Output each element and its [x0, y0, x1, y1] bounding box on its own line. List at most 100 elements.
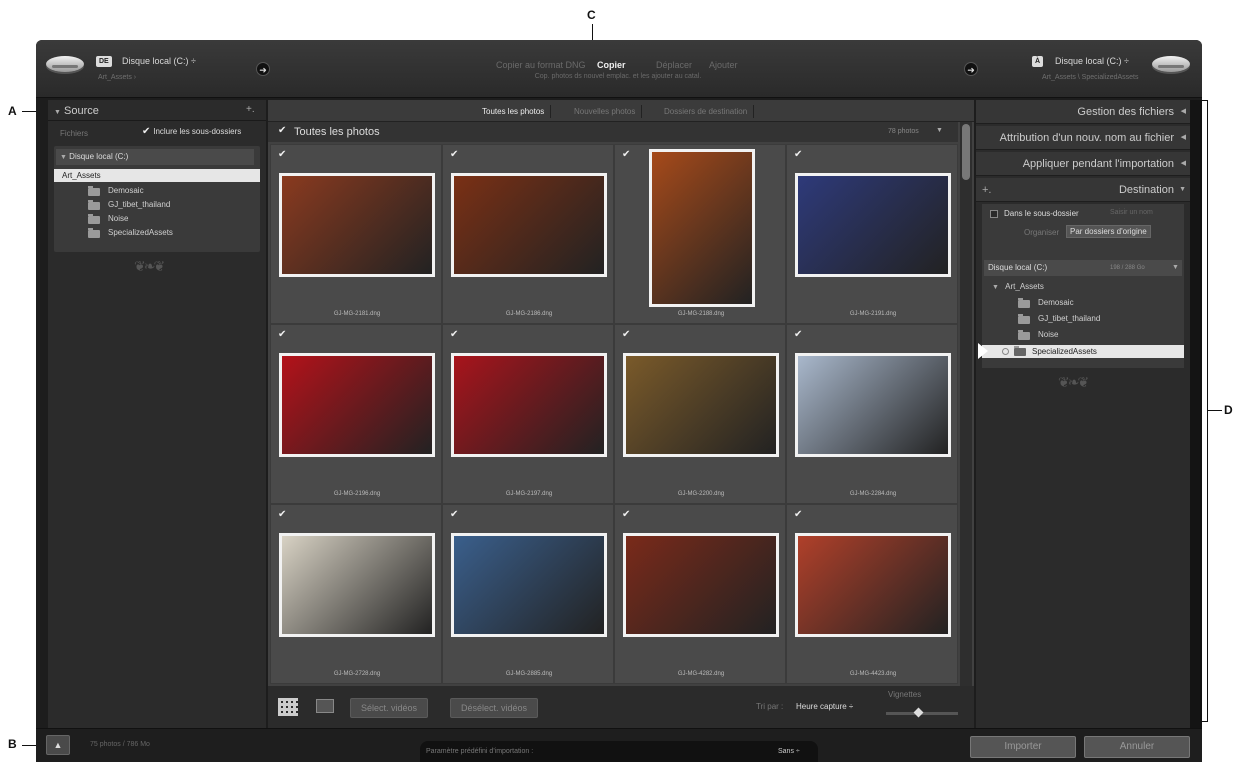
photo-thumbnail[interactable]: [623, 353, 779, 457]
thumbnail-checkbox-icon[interactable]: ✔: [794, 149, 802, 160]
apply-section-header[interactable]: Appliquer pendant l'importation ◀: [976, 152, 1190, 176]
organize-label: Organiser: [1024, 228, 1060, 237]
thumbnail-filename: GJ-MG-2284.dng: [849, 491, 897, 497]
thumbnail-cell[interactable]: ✔ GJ-MG-4423.dng: [786, 504, 958, 684]
photo-thumbnail[interactable]: [795, 353, 951, 457]
source-root-folder-row[interactable]: Art_Assets: [54, 169, 260, 182]
thumbnail-filename: GJ-MG-2191.dng: [849, 311, 897, 317]
rename-section-header[interactable]: Attribution d'un nouv. nom au fichier ◀: [976, 126, 1190, 150]
import-preset-bar[interactable]: Paramètre prédéfini d'importation : Sans…: [420, 741, 818, 762]
thumbnail-cell[interactable]: ✔ GJ-MG-2196.dng: [270, 324, 442, 504]
source-badge: DE: [96, 56, 112, 67]
include-subfolders-label: Inclure les sous-dossiers: [153, 127, 242, 136]
photo-thumbnail[interactable]: [279, 173, 435, 277]
thumbnail-cell[interactable]: ✔ GJ-MG-2186.dng: [442, 144, 614, 324]
grid-toolbar: Sélect. vidéos Désélect. vidéos Tri par …: [268, 686, 974, 728]
source-folder-row[interactable]: GJ_tibet_thailand: [88, 198, 170, 212]
import-button[interactable]: Importer: [970, 736, 1076, 758]
dest-drive-row[interactable]: Disque local (C:) 198 / 288 Go ▼: [984, 260, 1182, 276]
thumbnail-cell[interactable]: ✔ GJ-MG-2197.dng: [442, 324, 614, 504]
thumbnail-cell[interactable]: ✔ GJ-MG-2188.dng: [614, 144, 786, 324]
mode-move[interactable]: Déplacer: [656, 60, 692, 70]
thumbnail-checkbox-icon[interactable]: ✔: [622, 149, 630, 160]
source-folder-row[interactable]: Noise: [88, 212, 128, 226]
thumbnail-cell[interactable]: ✔ GJ-MG-2284.dng: [786, 324, 958, 504]
folder-icon: [88, 200, 100, 210]
check-all-icon[interactable]: ✔: [278, 126, 287, 136]
file-handling-section-header[interactable]: Gestion des fichiers ◀: [976, 100, 1190, 124]
thumbnail-checkbox-icon[interactable]: ✔: [450, 509, 458, 520]
callout-d: D: [1224, 403, 1233, 417]
destination-section-header[interactable]: +. Destination ▼: [976, 178, 1190, 202]
organize-select[interactable]: Par dossiers d'origine: [1066, 225, 1151, 238]
tab-all-photos[interactable]: Toutes les photos: [476, 105, 552, 118]
sort-select[interactable]: Heure capture ÷: [796, 702, 853, 711]
thumbnail-cell[interactable]: ✔ GJ-MG-2728.dng: [270, 504, 442, 684]
thumbnail-checkbox-icon[interactable]: ✔: [450, 329, 458, 340]
photo-thumbnail[interactable]: [623, 533, 779, 637]
thumbnail-checkbox-icon[interactable]: ✔: [278, 149, 286, 160]
files-label: Fichiers: [60, 129, 89, 138]
scrollbar-thumb[interactable]: [962, 124, 970, 180]
cancel-button[interactable]: Annuler: [1084, 736, 1190, 758]
thumbnail-cell[interactable]: ✔ GJ-MG-2200.dng: [614, 324, 786, 504]
mode-add[interactable]: Ajouter: [709, 60, 738, 70]
loupe-view-icon[interactable]: [316, 699, 334, 713]
destination-body: Dans le sous-dossier Saisir un nom Organ…: [978, 204, 1184, 368]
photo-thumbnail[interactable]: [279, 353, 435, 457]
grid-count-dropdown-icon[interactable]: ▼: [936, 127, 943, 134]
source-panel-header[interactable]: ▼ Source: [54, 105, 99, 117]
photo-thumbnail[interactable]: [279, 533, 435, 637]
slider-knob[interactable]: [913, 707, 924, 718]
thumbnail-checkbox-icon[interactable]: ✔: [278, 329, 286, 340]
photo-thumbnail[interactable]: [795, 173, 951, 277]
dest-folder-row[interactable]: GJ_tibet_thailand: [1018, 312, 1100, 326]
grid-view-icon[interactable]: [278, 698, 298, 716]
dest-root-folder-row[interactable]: ▼ Art_Assets: [992, 280, 1044, 294]
source-folder-row[interactable]: Demosaic: [88, 184, 144, 198]
add-source-button[interactable]: +.: [246, 104, 255, 115]
dest-folder-row[interactable]: Demosaic: [1018, 296, 1074, 310]
thumbnail-checkbox-icon[interactable]: ✔: [450, 149, 458, 160]
add-destination-button[interactable]: +.: [982, 178, 991, 202]
grid-filter-tabs: Toutes les photos Nouvelles photos Dossi…: [268, 100, 974, 122]
thumbnail-cell[interactable]: ✔ GJ-MG-2191.dng: [786, 144, 958, 324]
select-videos-button[interactable]: Sélect. vidéos: [350, 698, 429, 718]
tab-destination-folders[interactable]: Dossiers de destination: [658, 105, 755, 118]
thumbnail-filename: GJ-MG-4423.dng: [849, 671, 897, 677]
thumbnail-cell[interactable]: ✔ GJ-MG-2181.dng: [270, 144, 442, 324]
mode-copy-dng[interactable]: Copier au format DNG: [496, 60, 586, 70]
thumbnail-size-slider[interactable]: [886, 707, 958, 718]
thumbnail-cell[interactable]: ✔ GJ-MG-2885.dng: [442, 504, 614, 684]
source-drive-row[interactable]: ▼ Disque local (C:): [56, 149, 254, 165]
thumbnail-checkbox-icon[interactable]: ✔: [794, 509, 802, 520]
subfolder-name-input[interactable]: Saisir un nom: [1110, 209, 1153, 216]
thumbnail-cell[interactable]: ✔ GJ-MG-4282.dng: [614, 504, 786, 684]
include-subfolders-checkbox[interactable]: ✔ Inclure les sous-dossiers: [142, 127, 242, 137]
thumbnail-checkbox-icon[interactable]: ✔: [622, 509, 630, 520]
photo-thumbnail[interactable]: [451, 173, 607, 277]
thumbnail-checkbox-icon[interactable]: ✔: [794, 329, 802, 340]
import-preset-select[interactable]: Sans ÷: [778, 748, 800, 755]
dest-folder-row[interactable]: Noise: [1018, 328, 1058, 342]
toggle-panel-button[interactable]: ▲: [46, 735, 70, 755]
photo-count-size: 75 photos / 786 Mo: [90, 741, 150, 748]
into-subfolder-checkbox[interactable]: [990, 210, 998, 218]
tab-new-photos[interactable]: Nouvelles photos: [568, 105, 643, 118]
thumbnail-checkbox-icon[interactable]: ✔: [622, 329, 630, 340]
dest-drive-selector[interactable]: Disque local (C:) ÷: [1055, 56, 1129, 66]
deselect-videos-button[interactable]: Désélect. vidéos: [450, 698, 539, 718]
grid-scrollbar[interactable]: [960, 122, 972, 686]
right-panel-scrollbar[interactable]: [1190, 100, 1202, 728]
folder-icon: [88, 214, 100, 224]
mode-copy[interactable]: Copier: [597, 60, 626, 70]
photo-thumbnail[interactable]: [451, 353, 607, 457]
source-drive-selector[interactable]: Disque local (C:) ÷: [122, 56, 196, 66]
panel-end-ornament-icon: ❦❧❦: [1058, 374, 1089, 390]
photo-thumbnail[interactable]: [649, 149, 755, 307]
photo-thumbnail[interactable]: [795, 533, 951, 637]
source-folder-row[interactable]: SpecializedAssets: [88, 226, 173, 240]
photo-thumbnail[interactable]: [451, 533, 607, 637]
dest-selected-folder-row[interactable]: SpecializedAssets: [978, 343, 1184, 359]
thumbnail-checkbox-icon[interactable]: ✔: [278, 509, 286, 520]
